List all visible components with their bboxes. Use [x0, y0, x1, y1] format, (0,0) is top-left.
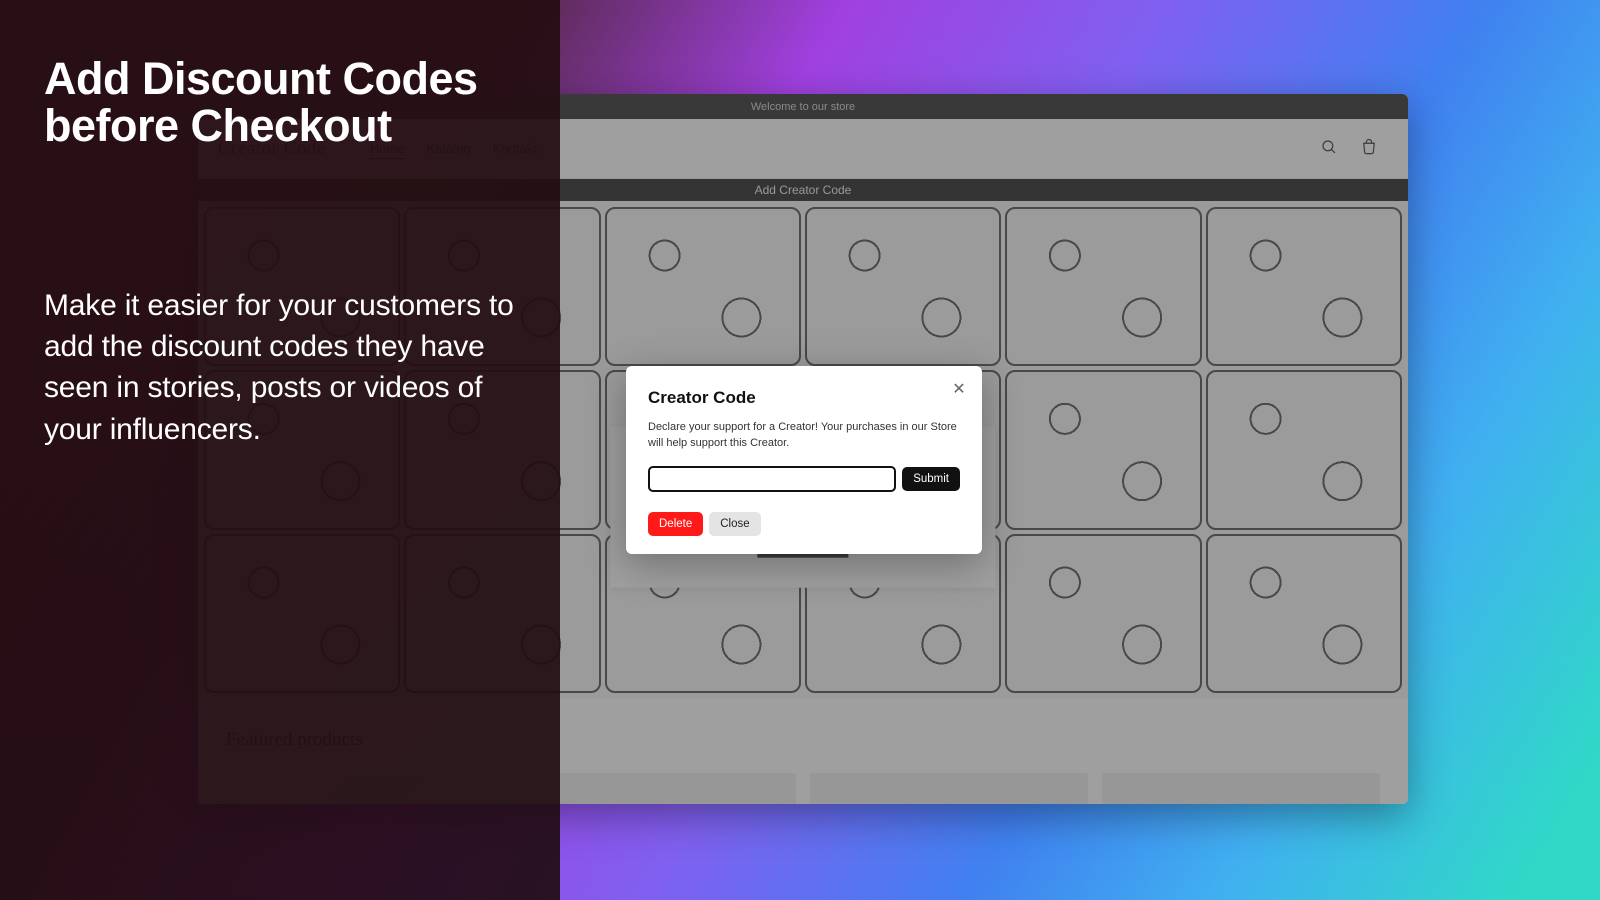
close-button[interactable]: Close: [709, 512, 760, 536]
code-input-row: Submit: [648, 466, 960, 492]
modal-title: Creator Code: [648, 388, 960, 408]
marketing-body: Make it easier for your customers to add…: [44, 285, 516, 451]
modal-actions: Delete Close: [648, 512, 960, 536]
submit-button[interactable]: Submit: [902, 467, 960, 491]
delete-button[interactable]: Delete: [648, 512, 703, 536]
marketing-overlay: Add Discount Codes before Checkout Make …: [0, 0, 560, 900]
creator-code-modal: ✕ Creator Code Declare your support for …: [626, 366, 982, 554]
marketing-heading: Add Discount Codes before Checkout: [44, 55, 516, 150]
modal-description: Declare your support for a Creator! Your…: [648, 420, 960, 452]
close-icon[interactable]: ✕: [950, 380, 968, 398]
creator-code-input[interactable]: [648, 466, 896, 492]
